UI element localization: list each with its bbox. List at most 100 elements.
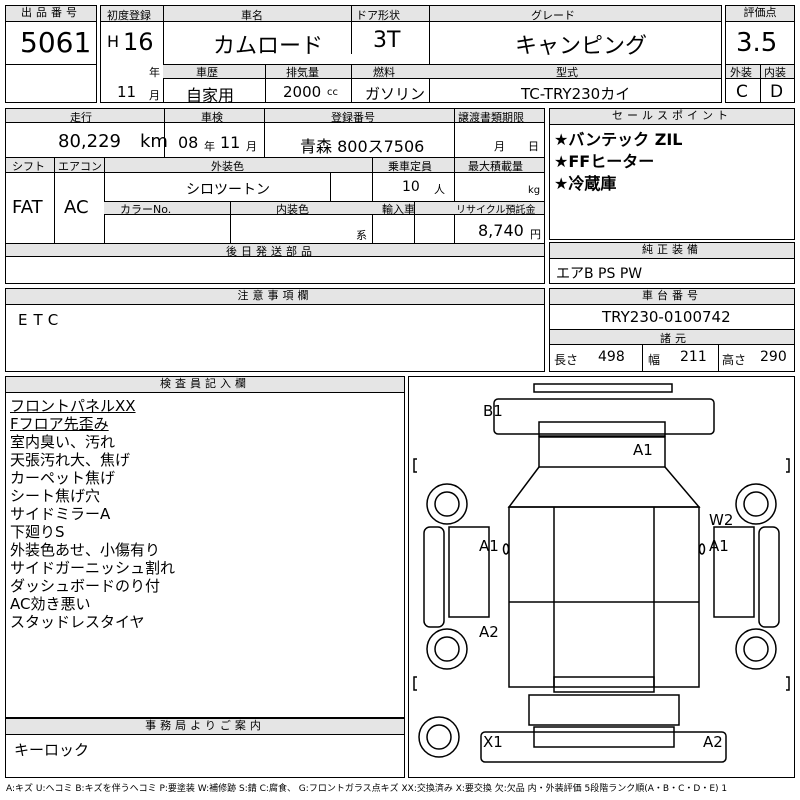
fuel: ガソリン xyxy=(365,85,426,103)
inspector-item: 天張汚れ大、焦げ xyxy=(10,451,131,469)
inspector-item: 下廻りS xyxy=(10,523,65,541)
lot-label: 出品番号 xyxy=(6,6,96,22)
inspector-item: フロントパネルXX xyxy=(10,397,136,415)
interior-color-label: 内装色 xyxy=(276,203,309,216)
import-label: 輸入車 xyxy=(382,203,415,216)
lot-box: 出品番号 5061 xyxy=(5,5,97,103)
sales-point-item: ★冷蔵庫 xyxy=(554,174,617,193)
chassis-number: TRY230-0100742 xyxy=(602,308,731,326)
inspector-item: シート焦げ穴 xyxy=(10,487,101,505)
damage-mark: B1 xyxy=(483,402,503,420)
sales-point-item: ★FFヒーター xyxy=(554,152,655,171)
int-label: 内装 xyxy=(764,66,786,79)
length-label: 長さ xyxy=(554,353,579,367)
ac: AC xyxy=(64,197,89,218)
transfer-month: 月 xyxy=(494,140,505,153)
car-name: カムロード xyxy=(213,34,324,59)
name-label: 車名 xyxy=(241,9,263,22)
office-label: 事務局よりご案内 xyxy=(6,719,404,735)
capacity-unit: 人 xyxy=(434,183,445,196)
inspector-item: 室内臭い、汚れ xyxy=(10,433,116,451)
inspector-item: サイドミラーA xyxy=(10,505,111,523)
damage-mark: W2 xyxy=(709,511,734,529)
notes-box: 注意事項欄 ETC xyxy=(5,288,545,372)
chassis-label: 車台番号 xyxy=(550,289,794,305)
ext-label: 外装 xyxy=(730,66,752,79)
insp-year-unit: 年 xyxy=(204,140,215,153)
inspector-item: カーペット焦げ xyxy=(10,469,116,487)
recycle-unit: 円 xyxy=(530,228,541,241)
notes-value: ETC xyxy=(18,311,65,329)
shift-label: シフト xyxy=(12,160,45,173)
int-grade: D xyxy=(770,82,784,102)
score-label: 評価点 xyxy=(726,6,794,22)
door-type: 3T xyxy=(373,28,401,53)
door-label: ドア形状 xyxy=(356,9,400,22)
damage-mark: A2 xyxy=(703,733,723,751)
displacement: 2000 xyxy=(283,83,322,101)
office-value: キーロック xyxy=(14,741,90,759)
equipment-label: 純正装備 xyxy=(550,243,794,259)
model-label: 型式 xyxy=(556,66,578,79)
inspector-item: 外装色あせ、小傷有り xyxy=(10,541,161,559)
history: 自家用 xyxy=(186,86,235,105)
ac-label: エアコン xyxy=(58,160,102,173)
body-color: シロツートン xyxy=(186,182,270,198)
notes-label: 注意事項欄 xyxy=(6,289,544,305)
first-reg-year: 16 xyxy=(123,28,154,56)
recycle-label: リサイクル預託金 xyxy=(456,205,536,216)
dims-label: 諸元 xyxy=(660,332,690,345)
reg-label: 登録番号 xyxy=(331,111,375,124)
inspection-month: 11 xyxy=(220,133,241,152)
lot-number: 5061 xyxy=(20,26,92,59)
damage-mark: A2 xyxy=(479,623,499,641)
width-label: 幅 xyxy=(648,353,661,367)
recycle-fee: 8,740 xyxy=(478,221,524,240)
car-outline xyxy=(413,383,790,763)
inspector-item: AC効き悪い xyxy=(10,595,91,613)
damage-mark: A1 xyxy=(709,537,729,555)
era: H xyxy=(107,32,120,51)
fuel-label: 燃料 xyxy=(373,66,395,79)
model: TC-TRY230カイ xyxy=(521,85,631,103)
score: 3.5 xyxy=(736,28,778,58)
height-label: 高さ xyxy=(722,353,747,367)
width: 211 xyxy=(680,349,707,365)
legend-footer: A:キズ U:ヘコミ B:キズを伴うヘコミ P:要塗装 W:補修跡 S:錆 C:… xyxy=(6,784,728,794)
score-box: 評価点 3.5 外装 内装 C D xyxy=(725,5,795,103)
displacement-label: 排気量 xyxy=(286,66,319,79)
damage-mark: A1 xyxy=(633,441,653,459)
equipment-value: エアB PS PW xyxy=(556,266,643,282)
details-box: 走行 車検 登録番号 譲渡書類期限 80,229 km 08 年 11 月 青森… xyxy=(5,108,545,284)
inspection-year: 08 xyxy=(178,133,199,152)
chassis-box: 車台番号 TRY230-0100742 諸元 長さ 498 幅 211 高さ 2… xyxy=(549,288,795,372)
shift: FAT xyxy=(12,197,43,218)
damage-mark: X1 xyxy=(483,733,503,751)
color-no-label: カラーNo. xyxy=(120,203,172,216)
damage-mark: A1 xyxy=(479,537,499,555)
ext-grade: C xyxy=(736,82,748,102)
interior-color-unit: 系 xyxy=(356,229,367,242)
length: 498 xyxy=(598,349,625,365)
sales-point-item: ★バンテック ZIL xyxy=(554,130,683,149)
inspector-item: サイドガーニッシュ割れ xyxy=(10,559,176,577)
capacity: 10 xyxy=(402,179,420,195)
mileage: 80,229 xyxy=(58,131,121,152)
grade-label: グレード xyxy=(531,9,575,22)
vehicle-diagram: B1 A1 W2 A1 A1 A2 X1 A2 xyxy=(408,376,795,778)
equipment-box: 純正装備 エアB PS PW xyxy=(549,242,795,284)
capacity-label: 乗車定員 xyxy=(388,160,432,173)
month-unit: 月 xyxy=(149,89,160,102)
displacement-unit: cc xyxy=(327,87,338,98)
load-label: 最大積載量 xyxy=(468,160,523,173)
inspector-box: 検査員記入欄 フロントパネルXX Fフロア先歪み 室内臭い、汚れ 天張汚れ大、焦… xyxy=(5,376,405,718)
insp-month-unit: 月 xyxy=(246,140,257,153)
inspector-item: スタッドレスタイヤ xyxy=(10,613,145,631)
first-reg-label: 初度登録 xyxy=(107,9,151,22)
sales-point-label: セールスポイント xyxy=(550,109,794,125)
later-parts-label: 後日発送部品 xyxy=(226,245,316,258)
inspection-label: 車検 xyxy=(201,111,223,124)
inspector-item: ダッシュボードのり付 xyxy=(10,577,161,595)
color-label: 外装色 xyxy=(211,160,244,173)
first-reg-month: 11 xyxy=(117,83,137,101)
